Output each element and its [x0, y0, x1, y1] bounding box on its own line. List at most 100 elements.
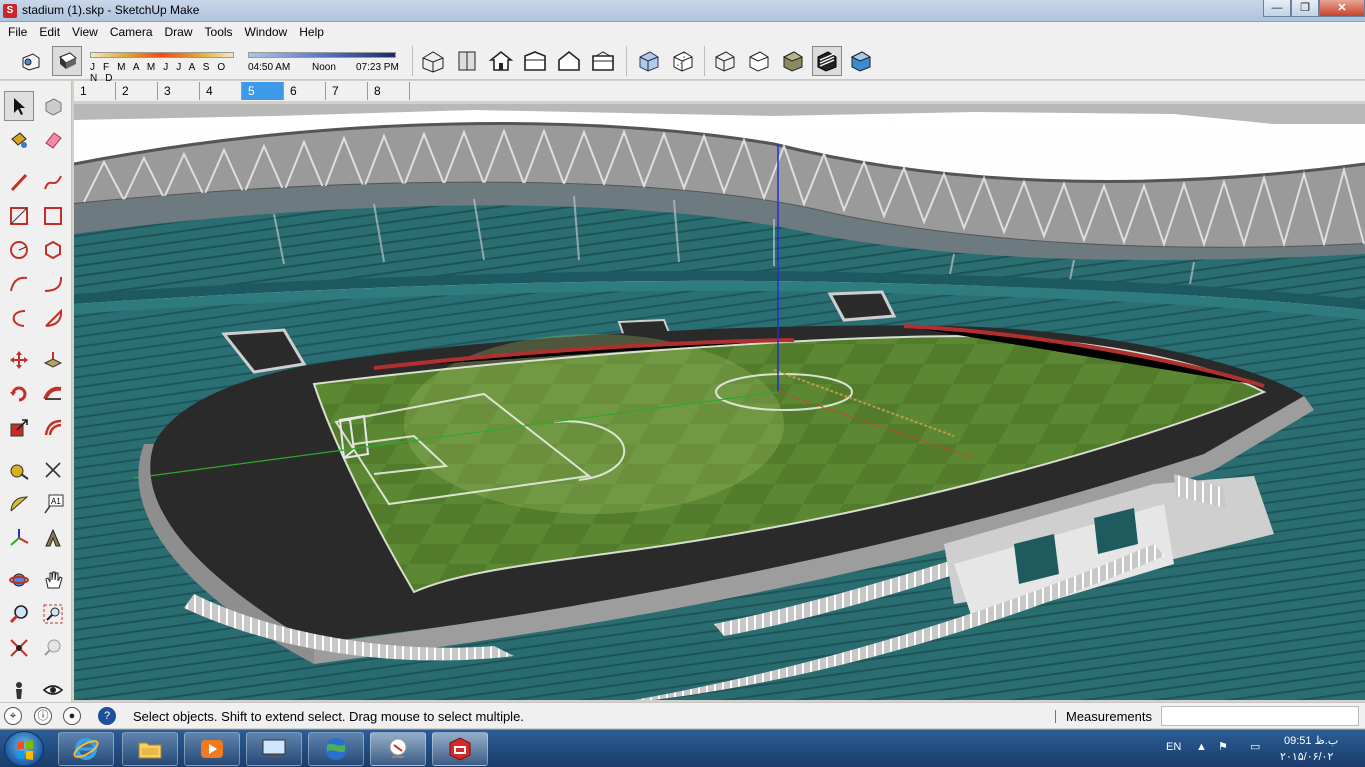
- scene-tab-8[interactable]: 8: [368, 82, 410, 100]
- paint-bucket-icon[interactable]: [4, 125, 34, 155]
- remote-desktop-icon[interactable]: [246, 732, 302, 766]
- menu-help[interactable]: Help: [295, 25, 328, 39]
- window-title: stadium (1).skp - SketchUp Make: [22, 3, 200, 17]
- scene-tab-7[interactable]: 7: [326, 82, 368, 100]
- google-earth-icon[interactable]: [308, 732, 364, 766]
- drawing-viewport[interactable]: [74, 104, 1365, 700]
- scene-tab-3[interactable]: 3: [158, 82, 200, 100]
- zoom-window-icon[interactable]: [38, 599, 68, 629]
- maximize-button[interactable]: ❐: [1291, 0, 1319, 17]
- rotate-tool-icon[interactable]: [4, 379, 34, 409]
- two-point-arc-icon[interactable]: [38, 269, 68, 299]
- menu-draw[interactable]: Draw: [161, 25, 197, 39]
- zoom-tool-icon[interactable]: [4, 599, 34, 629]
- windows-taskbar: EN ▲ ⚑ ▭ 09:51 ب.ظ ۲۰۱۵/۰۶/۰۲: [0, 729, 1365, 767]
- sketchup-app-icon[interactable]: S: [3, 4, 17, 18]
- polygon-tool-icon[interactable]: [38, 235, 68, 265]
- status-message: Select objects. Shift to extend select. …: [133, 709, 524, 724]
- line-tool-icon[interactable]: [4, 167, 34, 197]
- menu-view[interactable]: View: [68, 25, 102, 39]
- push-pull-icon[interactable]: [38, 345, 68, 375]
- back-view-icon[interactable]: [554, 46, 584, 76]
- axes-tool-icon[interactable]: [4, 523, 34, 553]
- action-center-flag-icon[interactable]: ⚑: [1218, 740, 1228, 753]
- xray-style-icon[interactable]: [634, 46, 664, 76]
- move-tool-icon[interactable]: [4, 345, 34, 375]
- text-tool-icon[interactable]: A1: [38, 489, 68, 519]
- monochrome-style-icon[interactable]: [846, 46, 876, 76]
- geo-location-icon[interactable]: ⌖: [4, 707, 22, 725]
- scene-tab-2[interactable]: 2: [116, 82, 158, 100]
- menu-edit[interactable]: Edit: [35, 25, 64, 39]
- hidden-line-style-icon[interactable]: [744, 46, 774, 76]
- position-camera-icon[interactable]: [4, 675, 34, 705]
- eraser-icon[interactable]: [38, 125, 68, 155]
- date-slider[interactable]: [90, 52, 234, 58]
- offset-tool-icon[interactable]: [38, 413, 68, 443]
- previous-view-icon[interactable]: [38, 633, 68, 663]
- scene-tab-5[interactable]: 5: [242, 82, 284, 100]
- internet-explorer-icon[interactable]: [58, 732, 114, 766]
- minimize-button[interactable]: —: [1263, 0, 1291, 17]
- shaded-style-icon[interactable]: [778, 46, 808, 76]
- language-indicator[interactable]: EN: [1166, 741, 1181, 753]
- shadow-settings-icon[interactable]: [16, 46, 46, 76]
- three-point-arc-icon[interactable]: [4, 303, 34, 333]
- shaded-textures-style-icon[interactable]: [812, 46, 842, 76]
- media-player-icon[interactable]: [184, 732, 240, 766]
- display-shadows-icon[interactable]: [52, 46, 82, 76]
- menu-camera[interactable]: Camera: [106, 25, 157, 39]
- status-bar: ⌖ ⓘ ● ? Select objects. Shift to extend …: [0, 702, 1365, 728]
- wireframe-style-icon[interactable]: [710, 46, 740, 76]
- pie-tool-icon[interactable]: [38, 303, 68, 333]
- time-slider[interactable]: [248, 52, 396, 58]
- freehand-tool-icon[interactable]: [38, 167, 68, 197]
- scale-tool-icon[interactable]: [4, 413, 34, 443]
- clock-date[interactable]: ۲۰۱۵/۰۶/۰۲: [1280, 750, 1333, 763]
- user-account-icon[interactable]: ●: [63, 707, 81, 725]
- measurements-input[interactable]: [1161, 706, 1359, 726]
- arc-tool-icon[interactable]: [4, 269, 34, 299]
- file-explorer-icon[interactable]: [122, 732, 178, 766]
- right-view-icon[interactable]: [520, 46, 550, 76]
- look-around-icon[interactable]: [38, 675, 68, 705]
- sketchup-taskbar-icon[interactable]: [432, 732, 488, 766]
- tape-measure-icon[interactable]: [4, 455, 34, 485]
- front-view-icon[interactable]: [486, 46, 516, 76]
- rectangle-tool-icon[interactable]: [4, 201, 34, 231]
- sunset-time: 07:23 PM: [356, 62, 399, 73]
- clock-time[interactable]: 09:51 ب.ظ: [1284, 734, 1338, 747]
- dimension-tool-icon[interactable]: [38, 455, 68, 485]
- network-icon[interactable]: ▭: [1250, 740, 1260, 753]
- start-button[interactable]: [4, 731, 44, 767]
- menu-window[interactable]: Window: [241, 25, 292, 39]
- top-view-icon[interactable]: [452, 46, 482, 76]
- credits-icon[interactable]: ⓘ: [34, 707, 52, 725]
- select-tool-icon[interactable]: [4, 91, 34, 121]
- zoom-extents-icon[interactable]: [4, 633, 34, 663]
- rotated-rectangle-tool-icon[interactable]: [38, 201, 68, 231]
- show-hidden-icons-icon[interactable]: ▲: [1196, 741, 1207, 753]
- satellite-dish-app-icon[interactable]: [370, 732, 426, 766]
- iso-view-icon[interactable]: [418, 46, 448, 76]
- scene-tab-6[interactable]: 6: [284, 82, 326, 100]
- make-component-icon[interactable]: [38, 91, 68, 121]
- sunrise-time: 04:50 AM: [248, 62, 291, 73]
- protractor-icon[interactable]: [4, 489, 34, 519]
- scene-tab-4[interactable]: 4: [200, 82, 242, 100]
- circle-tool-icon[interactable]: [4, 235, 34, 265]
- pan-tool-icon[interactable]: [38, 565, 68, 595]
- left-view-icon[interactable]: [588, 46, 618, 76]
- close-button[interactable]: ✕: [1319, 0, 1365, 17]
- orbit-tool-icon[interactable]: [4, 565, 34, 595]
- back-edges-style-icon[interactable]: [668, 46, 698, 76]
- noon-label: Noon: [312, 62, 336, 73]
- menu-tools[interactable]: Tools: [201, 25, 237, 39]
- svg-text:A1: A1: [51, 497, 61, 506]
- 3d-text-icon[interactable]: [38, 523, 68, 553]
- instructor-help-icon[interactable]: ?: [98, 707, 116, 725]
- menu-file[interactable]: File: [4, 25, 31, 39]
- toolbar-separator: [704, 46, 705, 76]
- scene-tab-1[interactable]: 1: [74, 82, 116, 100]
- follow-me-icon[interactable]: [38, 379, 68, 409]
